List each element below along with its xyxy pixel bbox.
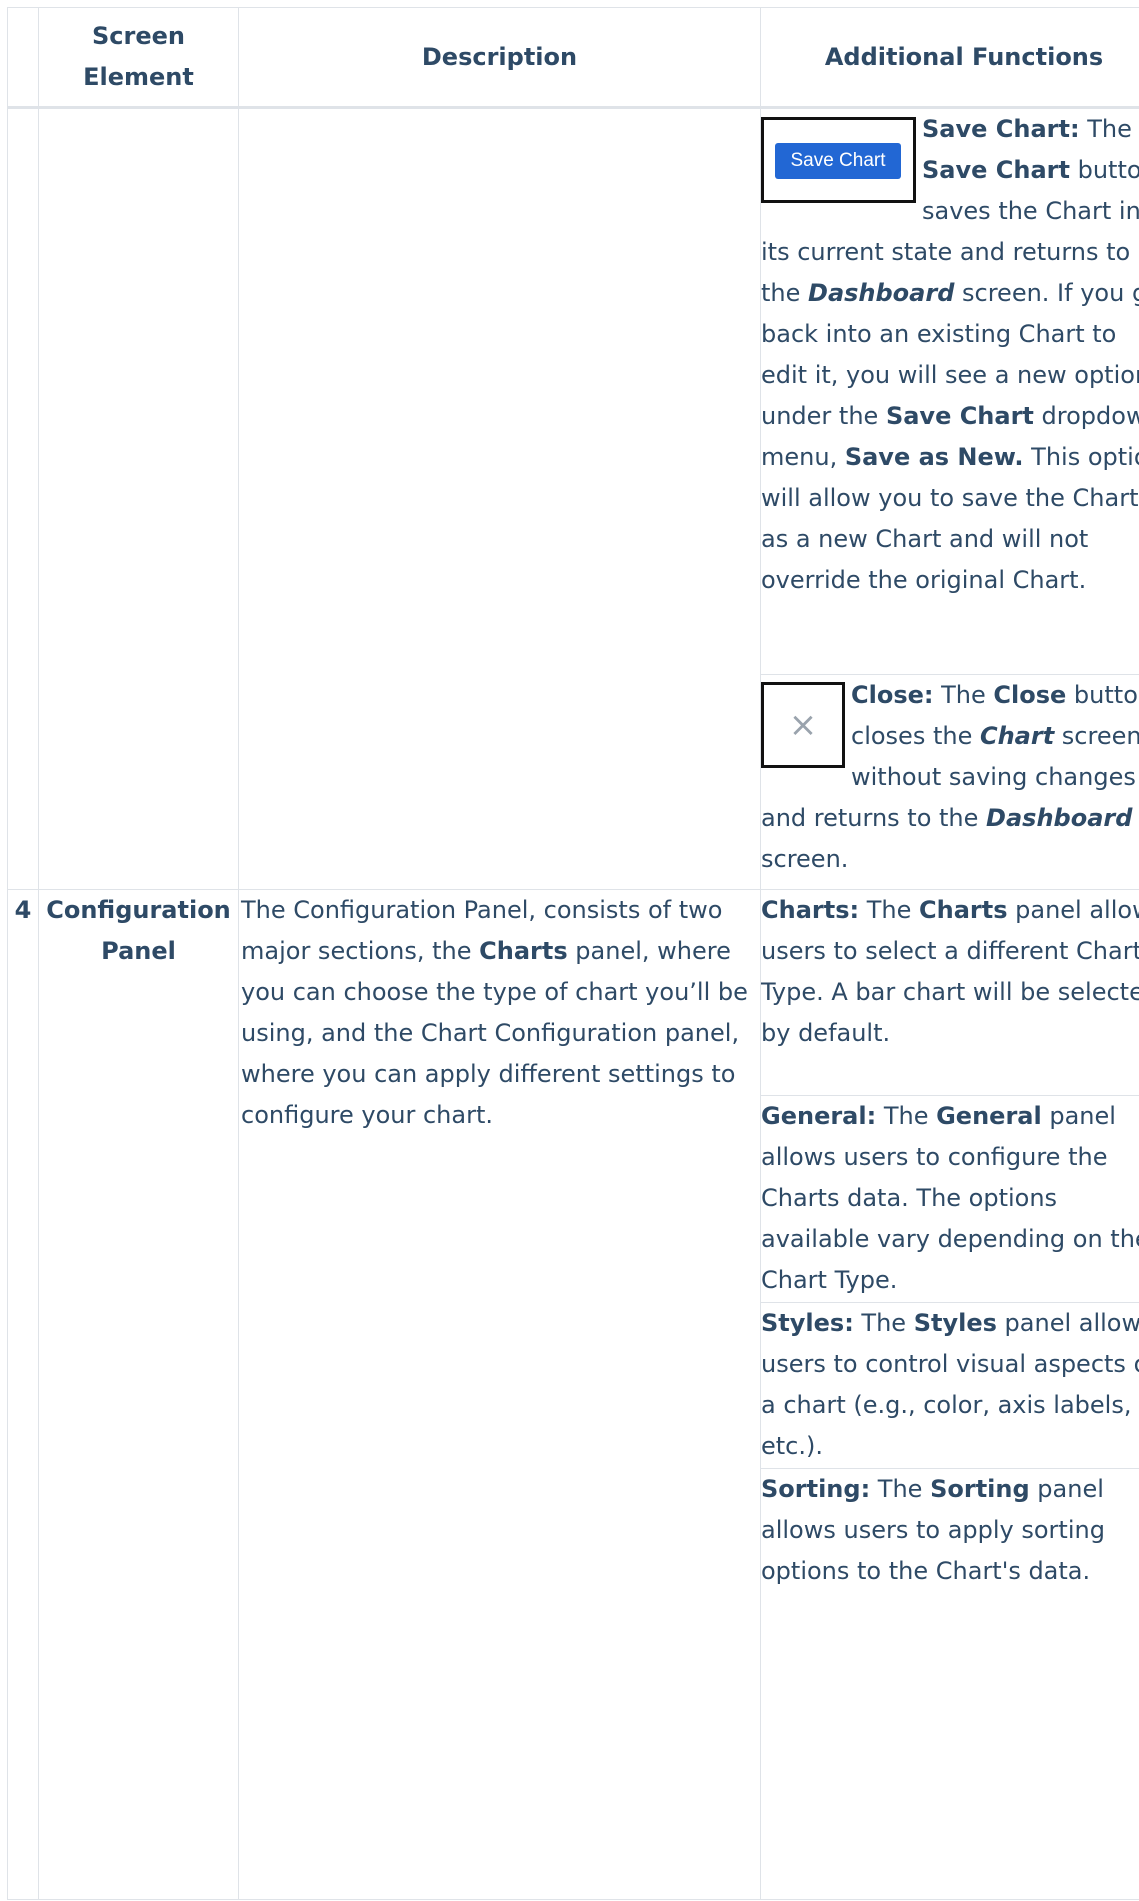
row-number (7, 107, 39, 890)
table-body: Save Chart Save Chart: The Save Chart bu… (7, 107, 1139, 1900)
screen-element-name: Configuration Panel (38, 889, 239, 1900)
description-text: panel, where you can choose the type of … (241, 937, 748, 1129)
header-screen-element: Screen Element (38, 7, 239, 109)
function-text: The (859, 896, 919, 924)
function-bold-term: Save Chart (885, 402, 1034, 430)
function-text: The (933, 681, 994, 709)
function-screen-name: Chart (979, 722, 1055, 750)
function-screen-name: Dashboard (986, 804, 1133, 832)
function-styles: Styles: The Styles panel allows users to… (761, 1303, 1139, 1469)
function-text: The (1079, 115, 1132, 143)
function-text: panel allows users to configure the Char… (761, 1102, 1139, 1294)
function-bold-term: Charts (919, 896, 1008, 924)
function-text: The (876, 1102, 937, 1130)
screen-elements-table: Screen Element Description Additional Fu… (7, 7, 1139, 1900)
function-text: The (853, 1309, 914, 1337)
function-text: The (870, 1475, 931, 1503)
function-general: General: The General panel allows users … (761, 1096, 1139, 1303)
function-bold-term: Sorting (930, 1475, 1030, 1503)
function-label: Styles: (761, 1309, 854, 1337)
close-button-image: × (761, 682, 845, 768)
function-screen-name: Dashboard (808, 279, 955, 307)
function-label: Sorting: (761, 1475, 871, 1503)
function-label: Save Chart: (922, 115, 1080, 143)
description-bold-term: Charts (479, 937, 568, 965)
header-number (7, 7, 39, 109)
function-charts: Charts: The Charts panel allows users to… (761, 891, 1139, 1096)
save-chart-button-image: Save Chart (761, 117, 916, 203)
function-label: Close: (851, 681, 934, 709)
function-bold-term: General (936, 1102, 1042, 1130)
additional-functions-cell: Charts: The Charts panel allows users to… (760, 889, 1139, 1900)
table-row: Save Chart Save Chart: The Save Chart bu… (7, 107, 1139, 890)
function-label: General: (761, 1102, 877, 1130)
row-number: 4 (7, 889, 39, 1900)
header-additional-functions: Additional Functions (760, 7, 1139, 109)
function-save-chart: Save Chart Save Chart: The Save Chart bu… (761, 109, 1139, 675)
additional-functions-cell: Save Chart Save Chart: The Save Chart bu… (760, 107, 1139, 890)
function-bold-term: Styles (913, 1309, 997, 1337)
function-close: × Close: The Close button closes the Cha… (761, 675, 1139, 889)
function-text: screen. (761, 845, 849, 873)
function-bold-term: Save Chart (922, 156, 1070, 184)
function-label: Charts: (761, 896, 860, 924)
function-bold-term: Close (993, 681, 1067, 709)
screen-element-name (38, 107, 239, 890)
save-chart-button: Save Chart (775, 143, 901, 179)
header-description: Description (238, 7, 761, 109)
table-header: Screen Element Description Additional Fu… (7, 7, 1139, 109)
element-description: The Configuration Panel, consists of two… (238, 889, 761, 1900)
close-icon: × (788, 705, 818, 745)
element-description (238, 107, 761, 890)
table-row: 4 Configuration Panel The Configuration … (7, 889, 1139, 1900)
function-sorting: Sorting: The Sorting panel allows users … (761, 1469, 1139, 1869)
function-bold-term: Save as New. (844, 443, 1024, 471)
header-row: Screen Element Description Additional Fu… (7, 7, 1139, 109)
